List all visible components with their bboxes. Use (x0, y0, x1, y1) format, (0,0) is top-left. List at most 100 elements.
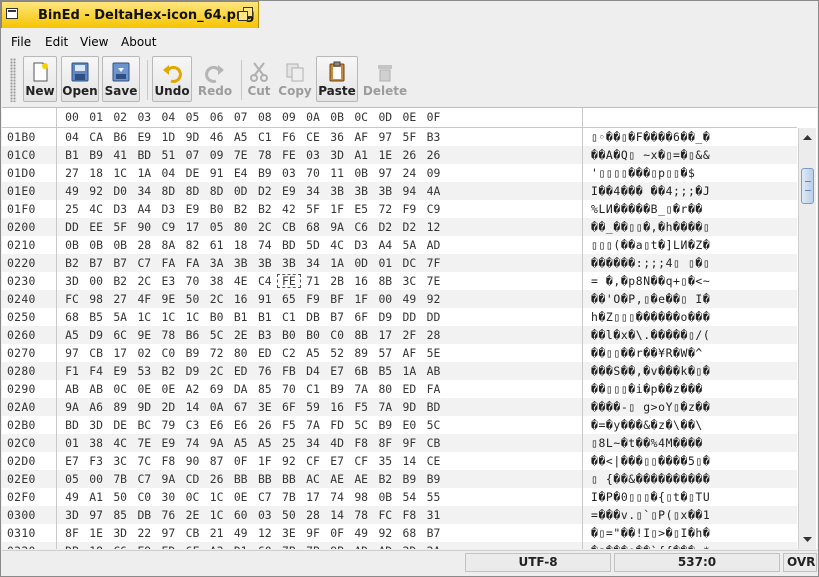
hex-byte-cell[interactable]: 7B (301, 544, 325, 549)
hex-byte-cell[interactable]: C0 (132, 490, 156, 504)
hex-byte-cell[interactable]: D2 (373, 220, 397, 234)
delete-button[interactable]: Delete (361, 56, 409, 102)
hex-byte-cell[interactable]: FA (156, 256, 180, 270)
hex-byte-cell[interactable]: 97 (373, 166, 397, 180)
hex-byte-cell[interactable]: 9A (60, 400, 84, 414)
hex-byte-cell[interactable]: 3C (397, 274, 421, 288)
hex-byte-cell[interactable]: 05 (60, 472, 84, 486)
hex-byte-cell[interactable]: 3A (205, 256, 229, 270)
scrollbar-thumb[interactable] (801, 168, 814, 204)
hex-byte-cell[interactable]: D3 (156, 202, 180, 216)
hex-byte-cell[interactable]: E5 (349, 202, 373, 216)
hex-byte-cell[interactable]: 91 (205, 166, 229, 180)
hex-byte-cell[interactable]: 2B (325, 274, 349, 288)
hex-byte-cell[interactable]: FA (422, 382, 446, 396)
hex-byte-cell[interactable]: 14 (397, 454, 421, 468)
hex-byte-cell[interactable]: 80 (373, 382, 397, 396)
hex-byte-cell[interactable]: 38 (84, 436, 108, 450)
hex-byte-cell[interactable]: 9B (325, 544, 349, 549)
toolbar-grip[interactable] (10, 58, 16, 102)
hex-byte-cell[interactable]: 28 (422, 328, 446, 342)
hex-byte-cell[interactable]: 03 (301, 148, 325, 162)
hex-byte-cell[interactable]: F5 (277, 418, 301, 432)
hex-byte-cell[interactable]: 90 (181, 454, 205, 468)
hex-byte-cell[interactable]: CB (181, 526, 205, 540)
hex-byte-cell[interactable]: FA (181, 256, 205, 270)
hex-byte-cell[interactable]: 74 (253, 238, 277, 252)
ascii-preview[interactable]: I�P�0▯▯▯�{▯t�▯TU (591, 490, 710, 504)
hex-byte-cell[interactable]: B2 (156, 364, 180, 378)
hex-byte-cell[interactable]: 5D (301, 238, 325, 252)
hex-byte-cell[interactable]: 01 (60, 436, 84, 450)
hex-byte-cell[interactable]: A5 (60, 328, 84, 342)
hex-byte-cell[interactable]: 92 (84, 184, 108, 198)
hex-byte-cell[interactable]: 85 (253, 382, 277, 396)
hex-byte-cell[interactable]: B2 (373, 472, 397, 486)
hex-byte-cell[interactable]: DD (422, 310, 446, 324)
hex-byte-cell[interactable]: 3B (349, 184, 373, 198)
hex-byte-cell[interactable]: F8 (349, 436, 373, 450)
ascii-preview[interactable]: ▯▯▯(��a▯t�]LИ�Z� (591, 238, 710, 252)
hex-byte-cell[interactable]: B7 (325, 310, 349, 324)
hex-byte-cell[interactable]: 68 (60, 310, 84, 324)
hex-byte-cell[interactable]: 2D (156, 400, 180, 414)
hex-byte-cell[interactable]: FC (373, 508, 397, 522)
hex-byte-cell[interactable]: BD (422, 400, 446, 414)
hex-byte-cell[interactable]: 1E (373, 148, 397, 162)
hex-byte-cell[interactable]: E6 (229, 418, 253, 432)
hex-byte-cell[interactable]: 31 (422, 508, 446, 522)
hex-byte-cell[interactable]: ED (229, 364, 253, 378)
hex-byte-cell[interactable]: 49 (229, 526, 253, 540)
hex-byte-cell[interactable]: E9 (181, 202, 205, 216)
hex-byte-cell[interactable]: 69 (205, 382, 229, 396)
save-button[interactable]: Save (102, 56, 140, 102)
hex-byte-cell[interactable]: 5A (108, 310, 132, 324)
hex-byte-cell[interactable]: 2C (132, 274, 156, 288)
hex-byte-cell[interactable]: 54 (397, 490, 421, 504)
hex-byte-cell[interactable]: 9D (132, 400, 156, 414)
hex-byte-cell[interactable]: B9 (253, 166, 277, 180)
hex-byte-cell[interactable]: 8B (373, 274, 397, 288)
window-menu-icon[interactable] (6, 8, 18, 19)
hex-byte-cell[interactable]: A4 (373, 238, 397, 252)
hex-byte-cell[interactable]: BC (132, 418, 156, 432)
hex-byte-cell[interactable]: 4F (132, 292, 156, 306)
hex-byte-cell[interactable]: 42 (277, 202, 301, 216)
hex-byte-cell[interactable]: D1 (229, 544, 253, 549)
hex-byte-cell[interactable]: D9 (373, 310, 397, 324)
ascii-preview[interactable]: I��4��� ��4;;;�J (591, 184, 710, 198)
hex-byte-cell[interactable]: B9 (325, 382, 349, 396)
hex-byte-cell[interactable]: 30 (156, 490, 180, 504)
ascii-preview[interactable]: ��'O�P,▯�e��▯ I� (591, 292, 710, 306)
hex-byte-cell[interactable]: 16 (349, 274, 373, 288)
hex-byte-cell[interactable]: ED (156, 544, 180, 549)
hex-byte-cell[interactable]: E7 (325, 454, 349, 468)
hex-byte-cell[interactable]: 12 (422, 220, 446, 234)
hex-byte-cell[interactable]: FE (276, 274, 301, 288)
hex-byte-cell[interactable]: 3B (253, 256, 277, 270)
hex-byte-cell[interactable]: E7 (60, 454, 84, 468)
hex-byte-cell[interactable]: E9 (132, 544, 156, 549)
hex-byte-cell[interactable]: DD (397, 310, 421, 324)
hex-byte-cell[interactable]: 74 (181, 436, 205, 450)
hex-byte-cell[interactable]: 25 (60, 202, 84, 216)
ascii-preview[interactable]: %LИ�����B_▯�r�� (591, 202, 703, 216)
hex-byte-cell[interactable]: 70 (181, 274, 205, 288)
hex-byte-cell[interactable]: 3D (108, 526, 132, 540)
hex-byte-cell[interactable]: 50 (108, 490, 132, 504)
hex-byte-cell[interactable]: 34 (301, 184, 325, 198)
hex-byte-cell[interactable]: 4C (108, 436, 132, 450)
hex-byte-cell[interactable]: 0E (132, 382, 156, 396)
hex-byte-cell[interactable]: 50 (181, 292, 205, 306)
ascii-preview[interactable]: ��A�Q▯ ~x�▯=�▯&& (591, 148, 710, 162)
hex-byte-cell[interactable]: 89 (108, 400, 132, 414)
hex-byte-cell[interactable]: A1 (84, 490, 108, 504)
hex-byte-cell[interactable]: BB (229, 472, 253, 486)
hex-byte-cell[interactable]: 16 (229, 292, 253, 306)
hex-byte-cell[interactable]: D9 (181, 364, 205, 378)
hex-byte-cell[interactable]: 5C (205, 328, 229, 342)
hex-byte-cell[interactable]: CD (181, 472, 205, 486)
hex-byte-cell[interactable]: BD (277, 238, 301, 252)
maximize-icon[interactable] (238, 7, 254, 23)
hex-byte-cell[interactable]: 26 (422, 148, 446, 162)
